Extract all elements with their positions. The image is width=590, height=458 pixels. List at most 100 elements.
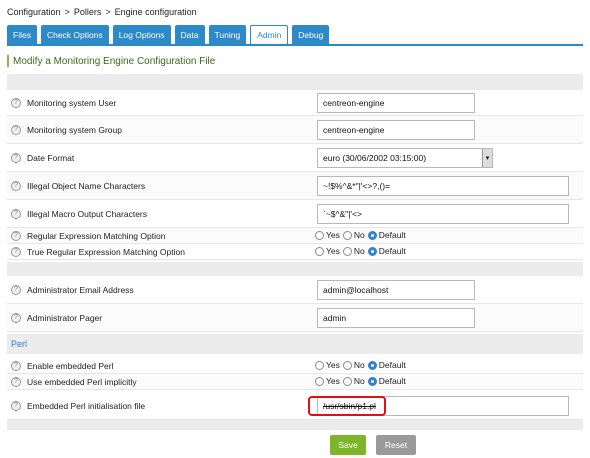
breadcrumb-separator: >	[105, 7, 111, 17]
tab-admin[interactable]: Admin	[250, 25, 289, 44]
help-icon[interactable]: ?	[11, 180, 21, 191]
row-regex-matching: ? Regular Expression Matching Option Yes…	[7, 228, 583, 244]
radio-label: No	[353, 376, 365, 386]
separator-band	[7, 262, 583, 276]
help-icon[interactable]: ?	[11, 400, 21, 411]
label-admin-pager: Administrator Pager	[27, 312, 103, 323]
radio-circle-icon	[342, 376, 352, 386]
tab-log-options[interactable]: Log Options	[112, 25, 171, 44]
illegal-macro-chars-input[interactable]: `~$^&"|'<>	[317, 204, 569, 224]
help-icon[interactable]: ?	[11, 152, 21, 163]
title-bar-decoration	[7, 55, 9, 67]
label-monitoring-group: Monitoring system Group	[27, 124, 122, 135]
header-band	[7, 74, 583, 90]
tab-debug[interactable]: Debug	[292, 25, 330, 44]
illegal-object-chars-input[interactable]: ~!$%^&*"|'<>?,()=	[317, 176, 569, 196]
label-use-embedded-perl: Use embedded Perl implicitly	[27, 376, 137, 387]
label-true-regex-matching: True Regular Expression Matching Option	[27, 246, 185, 257]
footer-band	[7, 420, 583, 430]
reset-button[interactable]: Reset	[376, 435, 416, 455]
enable-embedded-perl-radio-group: Yes No Default	[315, 360, 409, 370]
radio-label: No	[353, 360, 365, 370]
radio-selected-icon	[367, 360, 377, 370]
form-title-text: Modify a Monitoring Engine Configuration…	[13, 55, 216, 67]
radio-label: Default	[378, 246, 406, 256]
radio-label: Yes	[326, 230, 340, 240]
tab-data[interactable]: Data	[174, 25, 205, 44]
monitoring-user-input[interactable]: centreon-engine	[317, 93, 475, 113]
help-icon[interactable]: ?	[11, 312, 21, 323]
breadcrumb-configuration[interactable]: Configuration	[7, 7, 61, 17]
row-enable-embedded-perl: ? Enable embedded Perl Yes No Default	[7, 358, 583, 374]
radio-no[interactable]: No	[342, 360, 365, 370]
help-icon[interactable]: ?	[11, 246, 21, 257]
radio-yes[interactable]: Yes	[315, 246, 340, 256]
form-title: Modify a Monitoring Engine Configuration…	[7, 52, 583, 70]
radio-label: Default	[378, 360, 406, 370]
radio-default[interactable]: Default	[367, 230, 406, 240]
radio-circle-icon	[315, 246, 324, 256]
label-illegal-macro-chars: Illegal Macro Output Characters	[27, 208, 147, 219]
use-embedded-perl-radio-group: Yes No Default	[315, 376, 409, 386]
help-icon[interactable]: ?	[11, 230, 21, 241]
help-icon[interactable]: ?	[11, 124, 21, 135]
save-button[interactable]: Save	[330, 435, 366, 455]
admin-pager-input[interactable]: admin	[317, 308, 475, 328]
breadcrumb: Configuration > Pollers > Engine configurati…	[7, 7, 197, 17]
help-icon[interactable]: ?	[11, 284, 21, 295]
breadcrumb-pollers[interactable]: Pollers	[74, 7, 102, 17]
row-use-embedded-perl: ? Use embedded Perl implicitly Yes No De…	[7, 374, 583, 390]
tab-tuning[interactable]: Tuning	[208, 25, 247, 44]
label-illegal-object-chars: Illegal Object Name Characters	[27, 180, 146, 191]
radio-default[interactable]: Default	[367, 246, 406, 256]
radio-label: Default	[378, 376, 406, 386]
admin-email-input[interactable]: admin@localhost	[317, 280, 475, 300]
radio-no[interactable]: No	[342, 376, 365, 386]
radio-selected-icon	[367, 230, 377, 240]
date-format-value: euro (30/06/2002 03:15:00)	[323, 153, 427, 163]
radio-label: Yes	[326, 376, 340, 386]
tab-files[interactable]: Files	[7, 25, 37, 44]
tab-check-options[interactable]: Check Options	[40, 25, 109, 44]
row-admin-pager: ? Administrator Pager admin	[7, 304, 583, 332]
radio-no[interactable]: No	[342, 246, 365, 256]
radio-circle-icon	[342, 230, 352, 240]
row-admin-email: ? Administrator Email Address admin@loca…	[7, 276, 583, 304]
radio-yes[interactable]: Yes	[315, 230, 340, 240]
highlight-annotation	[308, 396, 386, 416]
regex-matching-radio-group: Yes No Default	[315, 230, 409, 240]
row-true-regex-matching: ? True Regular Expression Matching Optio…	[7, 244, 583, 260]
row-monitoring-group: ? Monitoring system Group centreon-engin…	[7, 116, 583, 144]
help-icon[interactable]: ?	[11, 360, 21, 371]
label-admin-email: Administrator Email Address	[27, 284, 134, 295]
radio-yes[interactable]: Yes	[315, 360, 340, 370]
radio-label: No	[353, 230, 365, 240]
radio-label: Yes	[326, 360, 340, 370]
label-regex-matching: Regular Expression Matching Option	[27, 230, 166, 241]
radio-selected-icon	[367, 246, 377, 256]
breadcrumb-separator: >	[64, 7, 70, 17]
radio-label: Yes	[326, 246, 340, 256]
radio-circle-icon	[342, 246, 352, 256]
breadcrumb-engine-configuration[interactable]: Engine configuration	[115, 7, 197, 17]
radio-default[interactable]: Default	[367, 376, 406, 386]
radio-default[interactable]: Default	[367, 360, 406, 370]
row-illegal-object-chars: ? Illegal Object Name Characters ~!$%^&*…	[7, 172, 583, 200]
label-date-format: Date Format	[27, 152, 75, 163]
perl-section-title: Perl	[7, 334, 583, 354]
row-illegal-macro-chars: ? Illegal Macro Output Characters `~$^&"…	[7, 200, 583, 228]
help-icon[interactable]: ?	[11, 208, 21, 219]
tab-bar: Files Check Options Log Options Data Tun…	[7, 25, 333, 44]
radio-selected-icon	[367, 376, 377, 386]
help-icon[interactable]: ?	[11, 376, 21, 387]
radio-circle-icon	[342, 360, 352, 370]
radio-yes[interactable]: Yes	[315, 376, 340, 386]
radio-circle-icon	[315, 376, 324, 386]
row-embedded-perl-file: ? Embedded Perl initialisation file /usr…	[7, 392, 583, 420]
date-format-select[interactable]: euro (30/06/2002 03:15:00) ▾	[317, 148, 493, 168]
help-icon[interactable]: ?	[11, 97, 21, 108]
monitoring-group-input[interactable]: centreon-engine	[317, 120, 475, 140]
chevron-down-icon[interactable]: ▾	[482, 149, 492, 167]
radio-circle-icon	[315, 230, 324, 240]
radio-no[interactable]: No	[342, 230, 365, 240]
